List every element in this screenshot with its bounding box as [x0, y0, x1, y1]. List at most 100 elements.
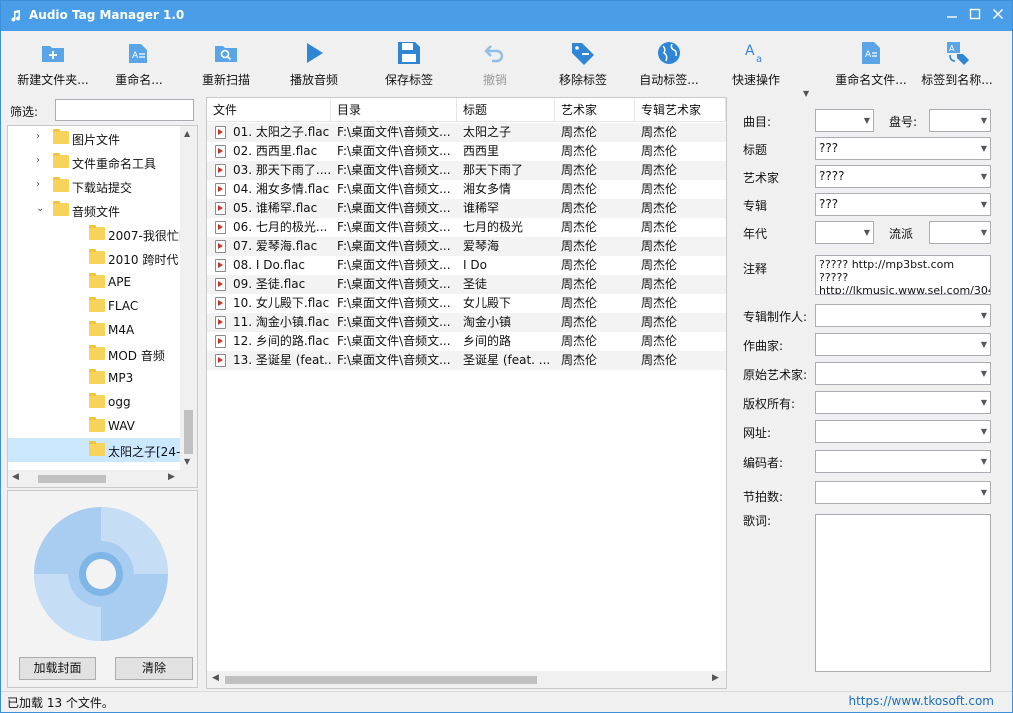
- tree-item[interactable]: M4A: [8, 318, 180, 342]
- bpm-combo[interactable]: ▼: [815, 481, 991, 504]
- scroll-right-icon[interactable]: ▶: [168, 472, 175, 482]
- scroll-down-icon[interactable]: ▼: [184, 457, 190, 466]
- disc-combo[interactable]: ▼: [929, 109, 991, 132]
- table-row[interactable]: 01. 太阳之子.flac F:\桌面文件\音频文... 太阳之子 周杰伦 周杰伦: [207, 123, 726, 142]
- chevron-right-icon[interactable]: ›: [36, 179, 46, 190]
- chevron-down-icon: ▼: [980, 457, 987, 466]
- column-header-title[interactable]: 标题: [457, 98, 555, 122]
- table-row[interactable]: 08. I Do.flac F:\桌面文件\音频文... I Do 周杰伦 周杰伦: [207, 256, 726, 275]
- tree-item[interactable]: FLAC: [8, 294, 180, 318]
- tree-item[interactable]: ⌄ 音频文件: [8, 198, 180, 222]
- album-label: 专辑: [743, 199, 768, 213]
- load-cover-button[interactable]: 加载封面: [19, 657, 96, 680]
- column-header-directory[interactable]: 目录: [331, 98, 457, 122]
- tree-item[interactable]: › 文件重命名工具: [8, 150, 180, 174]
- artist-combo[interactable]: ???? ▼: [815, 165, 991, 188]
- minimize-button[interactable]: [942, 6, 962, 26]
- scroll-left-icon[interactable]: ◀: [12, 472, 19, 482]
- album-producer-combo[interactable]: ▼: [815, 304, 991, 327]
- original-artist-combo[interactable]: ▼: [815, 362, 991, 385]
- tree-item[interactable]: › 下载站提交: [8, 174, 180, 198]
- column-header-artist[interactable]: 艺术家: [555, 98, 635, 122]
- new-folder-label: 新建文件夹...: [17, 73, 89, 87]
- tree-vertical-scrollbar[interactable]: ▲ ▼: [180, 126, 197, 470]
- new-folder-button[interactable]: 新建文件夹...: [17, 35, 89, 91]
- tree-horizontal-scrollbar[interactable]: ◀ ▶: [8, 470, 197, 487]
- rename-button[interactable]: A 重命名...: [115, 35, 163, 91]
- auto-tag-button[interactable]: 自动标签...: [639, 35, 699, 91]
- table-row[interactable]: 13. 圣诞星 (feat.... F:\桌面文件\音频文... 圣诞星 (feat…: [207, 351, 726, 370]
- table-row[interactable]: 03. 那天下雨了.... F:\桌面文件\音频文... 那天下雨了 周杰伦 周杰伦: [207, 161, 726, 180]
- album-combo[interactable]: ??? ▼: [815, 193, 991, 216]
- maximize-button[interactable]: [965, 6, 985, 26]
- column-header-album-artist[interactable]: 专辑艺术家: [635, 98, 726, 122]
- chevron-right-icon[interactable]: ›: [36, 131, 46, 142]
- column-header-file[interactable]: 文件: [207, 98, 331, 122]
- table-row[interactable]: 05. 谁稀罕.flac F:\桌面文件\音频文... 谁稀罕 周杰伦 周杰伦: [207, 199, 726, 218]
- table-row[interactable]: 11. 淘金小镇.flac F:\桌面文件\音频文... 淘金小镇 周杰伦 周杰伦: [207, 313, 726, 332]
- tree-item[interactable]: APE: [8, 270, 180, 294]
- file-list-horizontal-scrollbar[interactable]: ◀ ▶: [207, 671, 726, 688]
- title-bar: Audio Tag Manager 1.0: [1, 1, 1012, 31]
- cell-directory: F:\桌面文件\音频文...: [337, 125, 451, 139]
- track-combo[interactable]: ▼: [815, 109, 874, 132]
- cell-artist: 周杰伦: [561, 277, 598, 291]
- encoder-combo[interactable]: ▼: [815, 450, 991, 473]
- scrollbar-thumb[interactable]: [184, 410, 193, 454]
- remove-tags-button[interactable]: 移除标签: [559, 35, 607, 91]
- cell-title: 七月的极光: [463, 220, 524, 234]
- save-tags-button[interactable]: 保存标签: [385, 35, 433, 91]
- tree-item[interactable]: 2010 跨时代: [8, 246, 180, 270]
- table-row[interactable]: 12. 乡间的路.flac F:\桌面文件\音频文... 乡间的路 周杰伦 周杰伦: [207, 332, 726, 351]
- title-label: 标题: [743, 143, 768, 157]
- tree-item[interactable]: 2007-我很忙[标签: [8, 222, 197, 246]
- cell-album-artist: 周杰伦: [641, 296, 678, 310]
- genre-combo[interactable]: ▼: [929, 221, 991, 244]
- url-combo[interactable]: ▼: [815, 420, 991, 443]
- tree-item[interactable]: › 图片文件: [8, 126, 180, 150]
- rescan-button[interactable]: 重新扫描: [202, 35, 250, 91]
- cell-file: 01. 太阳之子.flac: [233, 125, 330, 139]
- chevron-right-icon[interactable]: ›: [36, 155, 46, 166]
- tree-item[interactable]: 太阳之子[24-48]: [8, 438, 197, 462]
- table-row[interactable]: 07. 爱琴海.flac F:\桌面文件\音频文... 爱琴海 周杰伦 周杰伦: [207, 237, 726, 256]
- status-bar: 已加载 13 个文件。 https://www.tkosoft.com: [1, 691, 1012, 712]
- tree-item[interactable]: MP3: [8, 366, 180, 390]
- chevron-down-icon[interactable]: ⌄: [36, 203, 46, 214]
- svg-text:A: A: [745, 43, 755, 59]
- lyrics-textarea[interactable]: [815, 514, 991, 672]
- table-row[interactable]: 09. 圣徒.flac F:\桌面文件\音频文... 圣徒 周杰伦 周杰伦: [207, 275, 726, 294]
- tree-item-label: MOD 音频: [108, 349, 165, 363]
- tag-to-name-button[interactable]: A 标签到名称...: [921, 35, 993, 91]
- svg-text:A: A: [132, 51, 139, 61]
- composer-combo[interactable]: ▼: [815, 333, 991, 356]
- scrollbar-thumb[interactable]: [225, 676, 537, 684]
- table-row[interactable]: 10. 女儿殿下.flac F:\桌面文件\音频文... 女儿殿下 周杰伦 周杰伦: [207, 294, 726, 313]
- scroll-up-icon[interactable]: ▲: [184, 129, 190, 138]
- tree-item[interactable]: MOD 音频: [8, 342, 180, 366]
- close-button[interactable]: [988, 6, 1008, 26]
- tree-item[interactable]: ogg: [8, 390, 180, 414]
- tree-item[interactable]: WAV: [8, 414, 180, 438]
- play-button[interactable]: 播放音频: [290, 35, 338, 91]
- cell-file: 13. 圣诞星 (feat....: [233, 353, 331, 367]
- copyright-combo[interactable]: ▼: [815, 391, 991, 414]
- rename-file-button[interactable]: A 重命名文件...: [835, 35, 907, 91]
- composer-label: 作曲家:: [743, 339, 784, 353]
- scroll-left-icon[interactable]: ◀: [212, 673, 219, 683]
- clear-cover-button[interactable]: 清除: [115, 657, 193, 680]
- table-row[interactable]: 06. 七月的极光... F:\桌面文件\音频文... 七月的极光 周杰伦 周杰伦: [207, 218, 726, 237]
- year-label: 年代: [743, 227, 768, 241]
- table-row[interactable]: 02. 西西里.flac F:\桌面文件\音频文... 西西里 周杰伦 周杰伦: [207, 142, 726, 161]
- comment-textarea[interactable]: ????? http://mp3bst.com ????? http://lkm…: [815, 255, 991, 295]
- website-link[interactable]: https://www.tkosoft.com: [849, 694, 995, 708]
- filter-input[interactable]: [55, 99, 194, 121]
- title-combo[interactable]: ??? ▼: [815, 137, 991, 160]
- undo-button[interactable]: 撤销: [473, 35, 517, 91]
- quick-action-button[interactable]: Aa 快速操作: [732, 35, 780, 91]
- table-row[interactable]: 04. 湘女多情.flac F:\桌面文件\音频文... 湘女多情 周杰伦 周杰伦: [207, 180, 726, 199]
- year-combo[interactable]: ▼: [815, 221, 874, 244]
- scroll-right-icon[interactable]: ▶: [712, 673, 719, 683]
- tag-editor-panel: 曲目: ▼ 盘号: ▼ 标题 ??? ▼ 艺术家 ???? ▼ 专辑 ??? ▼ 年代…: [734, 97, 1006, 689]
- scrollbar-thumb[interactable]: [38, 475, 106, 483]
